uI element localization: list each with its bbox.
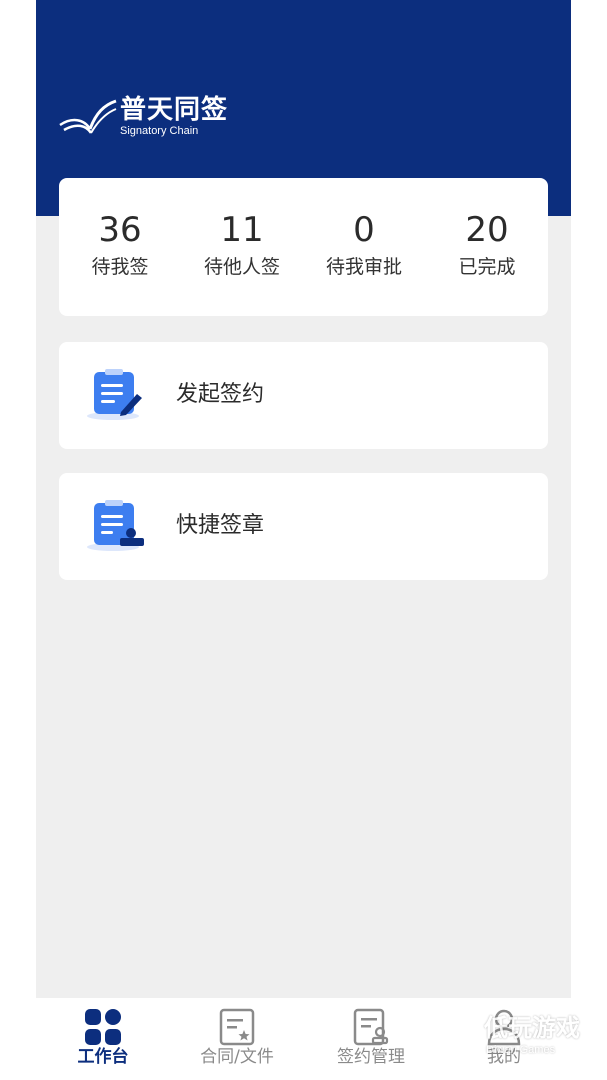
tab-label: 签约管理 [337, 1047, 405, 1067]
action-label: 发起签约 [176, 382, 265, 407]
app-screen: 普天同签 Signatory Chain 36 待我签 11 待他人签 0 待我… [36, 0, 571, 1080]
stat-value: 36 [98, 210, 142, 250]
tab-mine[interactable]: 我的 [437, 998, 571, 1080]
grid-icon [85, 1009, 121, 1045]
brand-subtitle: Signatory Chain [120, 125, 199, 137]
stats-card: 36 待我签 11 待他人签 0 待我审批 20 已完成 [59, 178, 548, 316]
sign-manage-icon [353, 1008, 389, 1046]
user-icon [487, 1009, 521, 1046]
stat-pending-others[interactable]: 11 待他人签 [181, 178, 303, 316]
contract-star-icon [219, 1008, 255, 1046]
start-signing-button[interactable]: 发起签约 [59, 342, 548, 449]
document-pen-icon [87, 369, 142, 420]
stat-label: 待他人签 [203, 256, 280, 278]
stat-completed[interactable]: 20 已完成 [426, 178, 548, 316]
tab-workbench[interactable]: 工作台 [36, 998, 170, 1080]
stat-value: 0 [353, 210, 375, 250]
tab-label: 工作台 [77, 1047, 129, 1067]
action-label: 快捷签章 [176, 513, 265, 538]
brand-logo: 普天同签 Signatory Chain [58, 95, 238, 143]
stat-pending-approval[interactable]: 0 待我审批 [303, 178, 425, 316]
tab-label: 我的 [487, 1047, 521, 1067]
book-logo-icon [59, 99, 117, 134]
stat-pending-me[interactable]: 36 待我签 [59, 178, 181, 316]
bottom-tab-bar: 工作台 合同/文件 签约管理 我的 [36, 998, 571, 1080]
tab-label: 合同/文件 [200, 1047, 274, 1067]
stat-value: 20 [465, 210, 509, 250]
brand-title: 普天同签 [120, 95, 229, 125]
stat-label: 待我审批 [325, 256, 402, 278]
quick-stamp-button[interactable]: 快捷签章 [59, 473, 548, 580]
tab-contracts[interactable]: 合同/文件 [170, 998, 304, 1080]
stat-label: 待我签 [91, 256, 149, 278]
tab-sign-management[interactable]: 签约管理 [304, 998, 438, 1080]
stat-value: 11 [220, 210, 264, 250]
document-stamp-icon [87, 500, 144, 551]
stat-label: 已完成 [458, 256, 516, 278]
